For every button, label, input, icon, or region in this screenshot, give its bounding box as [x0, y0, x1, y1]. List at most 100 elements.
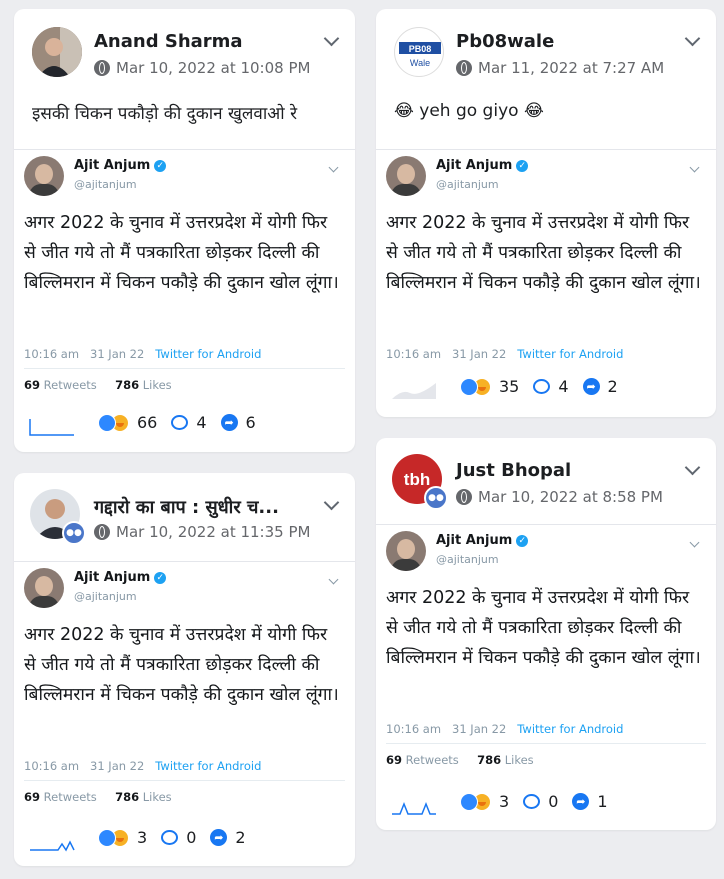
post-meta: Mar 11, 2022 at 7:27 AM [456, 59, 664, 77]
globe-icon [94, 524, 110, 540]
post-timestamp[interactable]: Mar 10, 2022 at 8:58 PM [478, 488, 663, 506]
post-footer: 66 4 ➦ 6 [14, 405, 355, 445]
verified-icon: ✓ [516, 160, 529, 172]
chevron-down-icon[interactable] [323, 30, 340, 47]
chevron-down-icon[interactable] [684, 30, 701, 47]
verified-icon: ✓ [154, 160, 167, 172]
tweet-header: Ajit Anjum ✓ @ajitanjum [14, 150, 355, 200]
post-caption: इसकी चिकन पकौड़ो की दुकान खुलवाओ रे [32, 104, 298, 124]
comment-count: 0 [186, 828, 197, 847]
sparkline-icon [30, 840, 75, 852]
tweet-text: अगर 2022 के चुनाव में उत्तरप्रदेश में यो… [24, 213, 339, 293]
tweet-author: Ajit Anjum ✓ [74, 570, 167, 585]
post-meta: Mar 10, 2022 at 11:35 PM [94, 523, 310, 541]
embedded-tweet[interactable]: Ajit Anjum ✓ @ajitanjum अगर 2022 के चुनाव… [376, 524, 716, 775]
like-icon [98, 828, 116, 847]
svg-text:Wale: Wale [410, 58, 430, 68]
tweet-avatar[interactable] [386, 531, 426, 571]
sparkline-icon [392, 383, 436, 399]
share-icon[interactable]: ➦ [572, 793, 590, 810]
share-count: 6 [245, 413, 256, 432]
svg-text:PB08: PB08 [409, 44, 432, 54]
chevron-down-icon[interactable] [328, 574, 339, 585]
post-timestamp[interactable]: Mar 10, 2022 at 10:08 PM [116, 59, 310, 77]
like-icon [460, 792, 478, 811]
embedded-tweet[interactable]: Ajit Anjum ✓ @ajitanjum अगर 2022 के चुनाव… [14, 149, 355, 400]
tweet-handle: @ajitanjum [436, 553, 499, 566]
post-header: PB08 Wale Pb08wale Mar 11, 2022 at 7:27 … [376, 9, 716, 95]
tweet-timestamp: 10:16 am 31 Jan 22 Twitter for Android [24, 759, 262, 773]
like-icon [460, 377, 478, 396]
comment-icon[interactable] [533, 379, 551, 394]
comment-icon[interactable] [171, 415, 189, 430]
post-timestamp[interactable]: Mar 11, 2022 at 7:27 AM [478, 59, 664, 77]
chevron-down-icon[interactable] [323, 494, 340, 511]
share-icon[interactable]: ➦ [210, 829, 228, 846]
tweet-avatar[interactable] [24, 568, 64, 608]
tweet-author: Ajit Anjum ✓ [436, 533, 529, 548]
post-author[interactable]: Just Bhopal [456, 460, 571, 481]
tweet-stats: 69 Retweets 786 Likes [24, 790, 172, 804]
post-card: PB08 Wale Pb08wale Mar 11, 2022 at 7:27 … [376, 9, 716, 417]
svg-text:tbh: tbh [404, 470, 430, 489]
like-icon [98, 413, 116, 432]
tweet-header: Ajit Anjum ✓ @ajitanjum [376, 150, 716, 200]
post-card: ●● गद्दारो का बाप : सुधीर च... Mar 10, 2… [14, 473, 355, 866]
post-card: tbh ●● Just Bhopal Mar 10, 2022 at 8:58 … [376, 438, 716, 830]
tweet-stats: 69 Retweets 786 Likes [386, 753, 534, 767]
chevron-down-icon[interactable] [689, 537, 700, 548]
tweet-handle: @ajitanjum [74, 590, 137, 603]
post-meta: Mar 10, 2022 at 10:08 PM [94, 59, 310, 77]
tweet-header: Ajit Anjum ✓ @ajitanjum [14, 562, 355, 612]
reactions-bar[interactable]: 3 0 ➦ 2 [98, 828, 260, 847]
embedded-tweet[interactable]: Ajit Anjum ✓ @ajitanjum अगर 2022 के चुनाव… [376, 149, 716, 370]
reactions-bar[interactable]: 3 0 ➦ 1 [460, 792, 622, 811]
post-timestamp[interactable]: Mar 10, 2022 at 11:35 PM [116, 523, 310, 541]
divider [24, 780, 345, 781]
avatar[interactable]: tbh ●● [392, 454, 448, 510]
reactions-bar[interactable]: 35 4 ➦ 2 [460, 377, 632, 396]
post-footer: 3 0 ➦ 1 [376, 784, 716, 824]
post-author[interactable]: Anand Sharma [94, 31, 243, 52]
post-header: ●● गद्दारो का बाप : सुधीर च... Mar 10, 2… [14, 473, 355, 559]
comment-icon[interactable] [523, 794, 541, 809]
globe-icon [456, 489, 472, 505]
post-caption: 😂 yeh go giyo 😂 [394, 101, 544, 121]
share-count: 1 [597, 792, 608, 811]
tweet-text: अगर 2022 के चुनाव में उत्तरप्रदेश में यो… [386, 588, 701, 668]
tweet-text: अगर 2022 के चुनाव में उत्तरप्रदेश में यो… [24, 625, 339, 705]
divider [24, 368, 345, 369]
verified-icon: ✓ [154, 572, 167, 584]
tweet-avatar[interactable] [24, 156, 64, 196]
tweet-handle: @ajitanjum [74, 178, 137, 191]
avatar[interactable]: PB08 Wale [394, 27, 444, 77]
reactions-bar[interactable]: 66 4 ➦ 6 [98, 413, 270, 432]
group-badge-icon: ●● [424, 486, 448, 510]
chevron-down-icon[interactable] [684, 459, 701, 476]
comment-icon[interactable] [161, 830, 179, 845]
group-badge-icon: ●● [62, 521, 86, 545]
post-meta: Mar 10, 2022 at 8:58 PM [456, 488, 663, 506]
share-icon[interactable]: ➦ [220, 414, 238, 431]
tweet-text: अगर 2022 के चुनाव में उत्तरप्रदेश में यो… [386, 213, 701, 293]
tweet-avatar[interactable] [386, 156, 426, 196]
chevron-down-icon[interactable] [689, 162, 700, 173]
tweet-header: Ajit Anjum ✓ @ajitanjum [376, 525, 716, 575]
embedded-tweet[interactable]: Ajit Anjum ✓ @ajitanjum अगर 2022 के चुनाव… [14, 561, 355, 817]
post-author[interactable]: Pb08wale [456, 31, 554, 52]
post-author[interactable]: गद्दारो का बाप : सुधीर च... [94, 495, 279, 519]
verified-icon: ✓ [516, 535, 529, 547]
post-header: tbh ●● Just Bhopal Mar 10, 2022 at 8:58 … [376, 438, 716, 524]
reaction-count: 3 [137, 828, 148, 847]
tweet-timestamp: 10:16 am 31 Jan 22 Twitter for Android [386, 347, 624, 361]
chevron-down-icon[interactable] [328, 162, 339, 173]
post-card: Anand Sharma Mar 10, 2022 at 10:08 PM इस… [14, 9, 355, 452]
reaction-count: 35 [499, 377, 520, 396]
avatar[interactable]: ●● [30, 489, 86, 545]
comment-count: 4 [196, 413, 207, 432]
share-icon[interactable]: ➦ [582, 378, 600, 395]
share-count: 2 [607, 377, 618, 396]
tweet-handle: @ajitanjum [436, 178, 499, 191]
avatar[interactable] [32, 27, 82, 77]
share-count: 2 [235, 828, 246, 847]
